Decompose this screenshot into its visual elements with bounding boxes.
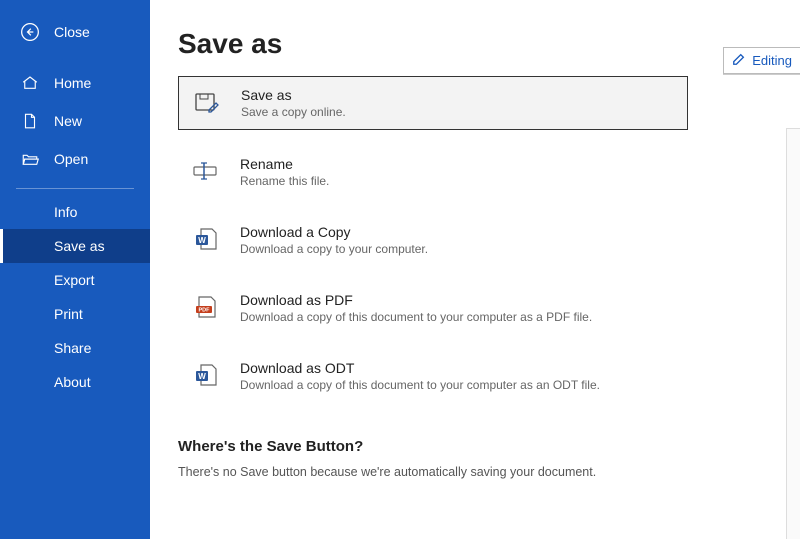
save-info-section: Where's the Save Button? There's no Save… (178, 438, 770, 479)
sidebar-item-label: Export (54, 272, 94, 288)
sidebar-item-new[interactable]: New (0, 102, 150, 140)
save-as-options: Save as Save a copy online. Rename Renam… (178, 76, 770, 410)
info-body: There's no Save button because we're aut… (178, 465, 770, 479)
pdf-file-icon: PDF (192, 294, 220, 320)
sidebar-divider (16, 188, 134, 189)
sidebar-item-label: Save as (54, 238, 105, 254)
option-title: Download a Copy (240, 224, 428, 240)
option-title: Download as ODT (240, 360, 600, 376)
sidebar-item-about[interactable]: About (0, 365, 150, 399)
option-desc: Rename this file. (240, 174, 329, 188)
option-desc: Download a copy of this document to your… (240, 310, 592, 324)
option-desc: Download a copy to your computer. (240, 242, 428, 256)
folder-open-icon (20, 149, 40, 169)
sidebar-item-label: About (54, 374, 91, 390)
sidebar-item-export[interactable]: Export (0, 263, 150, 297)
sidebar-item-label: New (54, 113, 82, 129)
sidebar-item-print[interactable]: Print (0, 297, 150, 331)
sidebar-item-home[interactable]: Home (0, 64, 150, 102)
info-title: Where's the Save Button? (178, 438, 770, 455)
option-title: Rename (240, 156, 329, 172)
svg-text:W: W (198, 236, 206, 245)
option-download-odt[interactable]: W Download as ODT Download a copy of thi… (178, 348, 770, 404)
svg-text:PDF: PDF (199, 308, 211, 314)
sidebar-item-label: Print (54, 306, 83, 322)
close-label: Close (54, 24, 90, 40)
sidebar-item-open[interactable]: Open (0, 140, 150, 178)
sidebar-item-label: Info (54, 204, 77, 220)
new-file-icon (20, 111, 40, 131)
sidebar-item-label: Share (54, 340, 91, 356)
option-rename[interactable]: Rename Rename this file. (178, 144, 770, 200)
option-desc: Download a copy of this document to your… (240, 378, 600, 392)
option-download-copy[interactable]: W Download a Copy Download a copy to you… (178, 212, 770, 268)
option-desc: Save a copy online. (241, 105, 346, 119)
save-as-icon (193, 89, 221, 115)
sidebar-item-save-as[interactable]: Save as (0, 229, 150, 263)
odt-file-icon: W (192, 362, 220, 388)
rename-icon (192, 158, 220, 184)
page-title: Save as (178, 28, 770, 60)
close-button[interactable]: Close (0, 0, 150, 64)
backstage-sidebar: Close Home New Open Info Save as (0, 0, 150, 539)
option-title: Save as (241, 87, 346, 103)
editing-label: Editing (752, 53, 792, 68)
back-arrow-icon (20, 22, 40, 42)
pencil-icon (732, 52, 746, 69)
sidebar-item-label: Open (54, 151, 88, 167)
nav-group-primary: Home New Open (0, 64, 150, 178)
sidebar-item-info[interactable]: Info (0, 195, 150, 229)
home-icon (20, 73, 40, 93)
sidebar-item-share[interactable]: Share (0, 331, 150, 365)
word-file-icon: W (192, 226, 220, 252)
sidebar-item-label: Home (54, 75, 91, 91)
main-panel: Save as Save as Save a copy online. Rena… (150, 0, 800, 539)
option-download-pdf[interactable]: PDF Download as PDF Download a copy of t… (178, 280, 770, 336)
option-title: Download as PDF (240, 292, 592, 308)
nav-group-secondary: Info Save as Export Print Share About (0, 195, 150, 399)
option-save-as[interactable]: Save as Save a copy online. (178, 76, 688, 130)
svg-text:W: W (198, 372, 206, 381)
document-edge (786, 128, 800, 539)
ribbon-divider (723, 74, 800, 75)
editing-mode-button[interactable]: Editing (723, 47, 800, 74)
